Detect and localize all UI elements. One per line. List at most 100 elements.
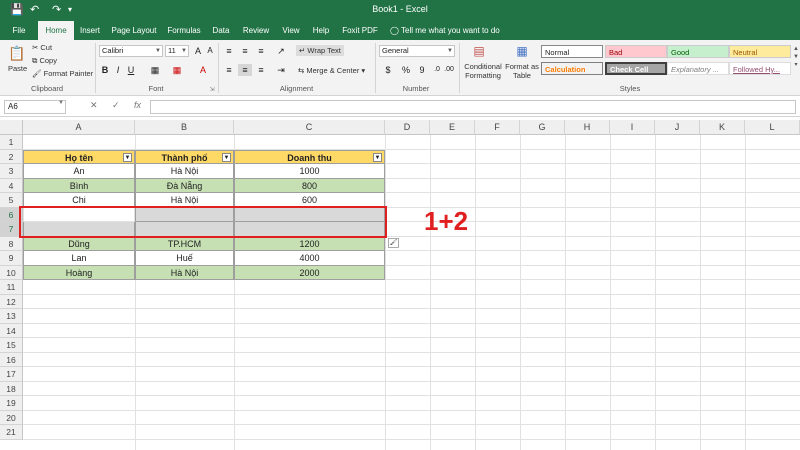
row-header-17[interactable]: 17 — [0, 367, 23, 382]
style-normal[interactable]: Normal — [541, 45, 603, 58]
table-cell[interactable]: Hà Nội — [135, 164, 234, 179]
style-check-cell[interactable]: Check Cell — [605, 62, 667, 75]
increase-decimal-icon[interactable]: .0 — [432, 64, 442, 76]
bold-button[interactable]: B — [100, 64, 110, 76]
row-header-4[interactable]: 4 — [0, 178, 23, 193]
insert-options-icon[interactable]: 🖌 — [388, 238, 399, 248]
fill-color-icon[interactable]: ▦ — [170, 64, 184, 76]
tab-view[interactable]: View — [280, 21, 302, 40]
align-top-icon[interactable]: ≡ — [222, 45, 236, 57]
italic-button[interactable]: I — [113, 64, 123, 76]
style-explanatory[interactable]: Explanatory ... — [667, 62, 729, 75]
cut-button[interactable]: ✂ Cut — [32, 43, 52, 52]
copy-button[interactable]: ⧉ Copy — [32, 56, 57, 66]
tab-insert[interactable]: Insert — [78, 21, 102, 40]
tab-review[interactable]: Review — [240, 21, 272, 40]
chevron-down-icon[interactable]: ▼ — [58, 100, 64, 106]
table-cell[interactable]: Hà Nội — [135, 265, 234, 280]
table-cell[interactable]: Bình — [23, 178, 135, 193]
tab-home[interactable]: Home — [38, 21, 74, 40]
worksheet-grid[interactable]: A B C D E F G H I J K L 1 2 3 4 5 6 7 8 9 10 11 12 1… — [0, 120, 800, 450]
cancel-icon[interactable]: ✕ — [90, 100, 98, 111]
tab-data[interactable]: Data — [210, 21, 232, 40]
row-header-12[interactable]: 12 — [0, 294, 23, 309]
table-cell[interactable]: An — [23, 164, 135, 179]
conditional-formatting-button[interactable]: Conditional Formatting — [463, 62, 503, 80]
wrap-text-button[interactable]: ↵ Wrap Text — [296, 45, 344, 56]
column-header-d[interactable]: D — [385, 120, 430, 135]
tab-help[interactable]: Help — [310, 21, 332, 40]
row-header-19[interactable]: 19 — [0, 396, 23, 411]
insert-function-icon[interactable]: fx — [134, 100, 141, 110]
enter-icon[interactable]: ✓ — [112, 100, 120, 111]
filter-dropdown-icon[interactable]: ▼ — [123, 152, 132, 162]
select-all-corner[interactable] — [0, 120, 23, 135]
borders-icon[interactable]: ▦ — [148, 64, 162, 76]
table-cell[interactable]: Huế — [135, 251, 234, 266]
table-cell[interactable]: 1200 — [234, 236, 385, 251]
percent-button[interactable]: % — [400, 64, 412, 76]
row-header-21[interactable]: 21 — [0, 425, 23, 440]
format-as-table-button[interactable]: Format as Table — [505, 62, 539, 80]
column-header-f[interactable]: F — [475, 120, 520, 135]
orientation-icon[interactable]: ↗ — [274, 45, 288, 57]
table-cell[interactable]: Hoàng — [23, 265, 135, 280]
grow-font-icon[interactable]: A — [193, 45, 203, 57]
filter-dropdown-icon[interactable]: ▼ — [373, 152, 382, 162]
row-header-11[interactable]: 11 — [0, 280, 23, 295]
styles-scroll-up-icon[interactable]: ▲ ▼ ▾ — [792, 45, 800, 69]
format-as-table-icon[interactable]: ▦ — [513, 43, 531, 59]
column-header-k[interactable]: K — [700, 120, 745, 135]
style-calculation[interactable]: Calculation — [541, 62, 603, 75]
underline-button[interactable]: U — [126, 64, 136, 76]
align-right-icon[interactable]: ≡ — [254, 64, 268, 76]
column-header-i[interactable]: I — [610, 120, 655, 135]
indent-icon[interactable]: ⇥ — [274, 64, 288, 76]
column-header-e[interactable]: E — [430, 120, 475, 135]
row-header-8[interactable]: 8 — [0, 236, 23, 251]
name-box[interactable]: A6 — [4, 100, 66, 114]
column-header-h[interactable]: H — [565, 120, 610, 135]
row-header-15[interactable]: 15 — [0, 338, 23, 353]
row-header-3[interactable]: 3 — [0, 164, 23, 179]
font-name-combo[interactable]: Calibri ▼ — [99, 45, 163, 57]
align-bottom-icon[interactable]: ≡ — [254, 45, 268, 57]
column-header-a[interactable]: A — [23, 120, 135, 135]
row-header-13[interactable]: 13 — [0, 309, 23, 324]
table-cell[interactable]: Dũng — [23, 236, 135, 251]
align-middle-icon[interactable]: ≡ — [238, 45, 252, 57]
tab-foxit-pdf[interactable]: Foxit PDF — [340, 21, 380, 40]
table-cell[interactable]: TP.HCM — [135, 236, 234, 251]
decrease-decimal-icon[interactable]: .00 — [444, 64, 454, 76]
comma-button[interactable]: 9 — [416, 64, 428, 76]
currency-button[interactable]: $ — [382, 64, 394, 76]
table-cell[interactable]: Đà Nẵng — [135, 178, 234, 193]
paste-icon[interactable]: 📋 — [8, 44, 26, 62]
row-header-9[interactable]: 9 — [0, 251, 23, 266]
row-header-1[interactable]: 1 — [0, 135, 23, 150]
column-header-g[interactable]: G — [520, 120, 565, 135]
row-header-16[interactable]: 16 — [0, 352, 23, 367]
filter-dropdown-icon[interactable]: ▼ — [222, 152, 231, 162]
shrink-font-icon[interactable]: A — [205, 45, 215, 57]
table-cell[interactable]: 1000 — [234, 164, 385, 179]
number-format-combo[interactable]: General ▼ — [379, 45, 455, 57]
column-header-l[interactable]: L — [745, 120, 800, 135]
row-header-2[interactable]: 2 — [0, 149, 23, 164]
header-cell-doanh-thu[interactable]: Doanh thu ▼ — [234, 149, 385, 164]
column-header-j[interactable]: J — [655, 120, 700, 135]
style-bad[interactable]: Bad — [605, 45, 667, 58]
conditional-formatting-icon[interactable]: ▤ — [470, 43, 488, 59]
column-header-b[interactable]: B — [135, 120, 234, 135]
tell-me-box[interactable]: ◯ Tell me what you want to do — [390, 21, 500, 40]
header-cell-ho-ten[interactable]: Họ tên ▼ — [23, 149, 135, 164]
table-cell[interactable]: 800 — [234, 178, 385, 193]
table-cell[interactable]: 4000 — [234, 251, 385, 266]
style-followed-hyperlink[interactable]: Followed Hy... — [729, 62, 791, 75]
style-neutral[interactable]: Neutral — [729, 45, 791, 58]
row-header-20[interactable]: 20 — [0, 410, 23, 425]
table-cell[interactable]: Lan — [23, 251, 135, 266]
style-good[interactable]: Good — [667, 45, 729, 58]
row-header-14[interactable]: 14 — [0, 323, 23, 338]
paste-button[interactable]: Paste — [8, 64, 27, 73]
